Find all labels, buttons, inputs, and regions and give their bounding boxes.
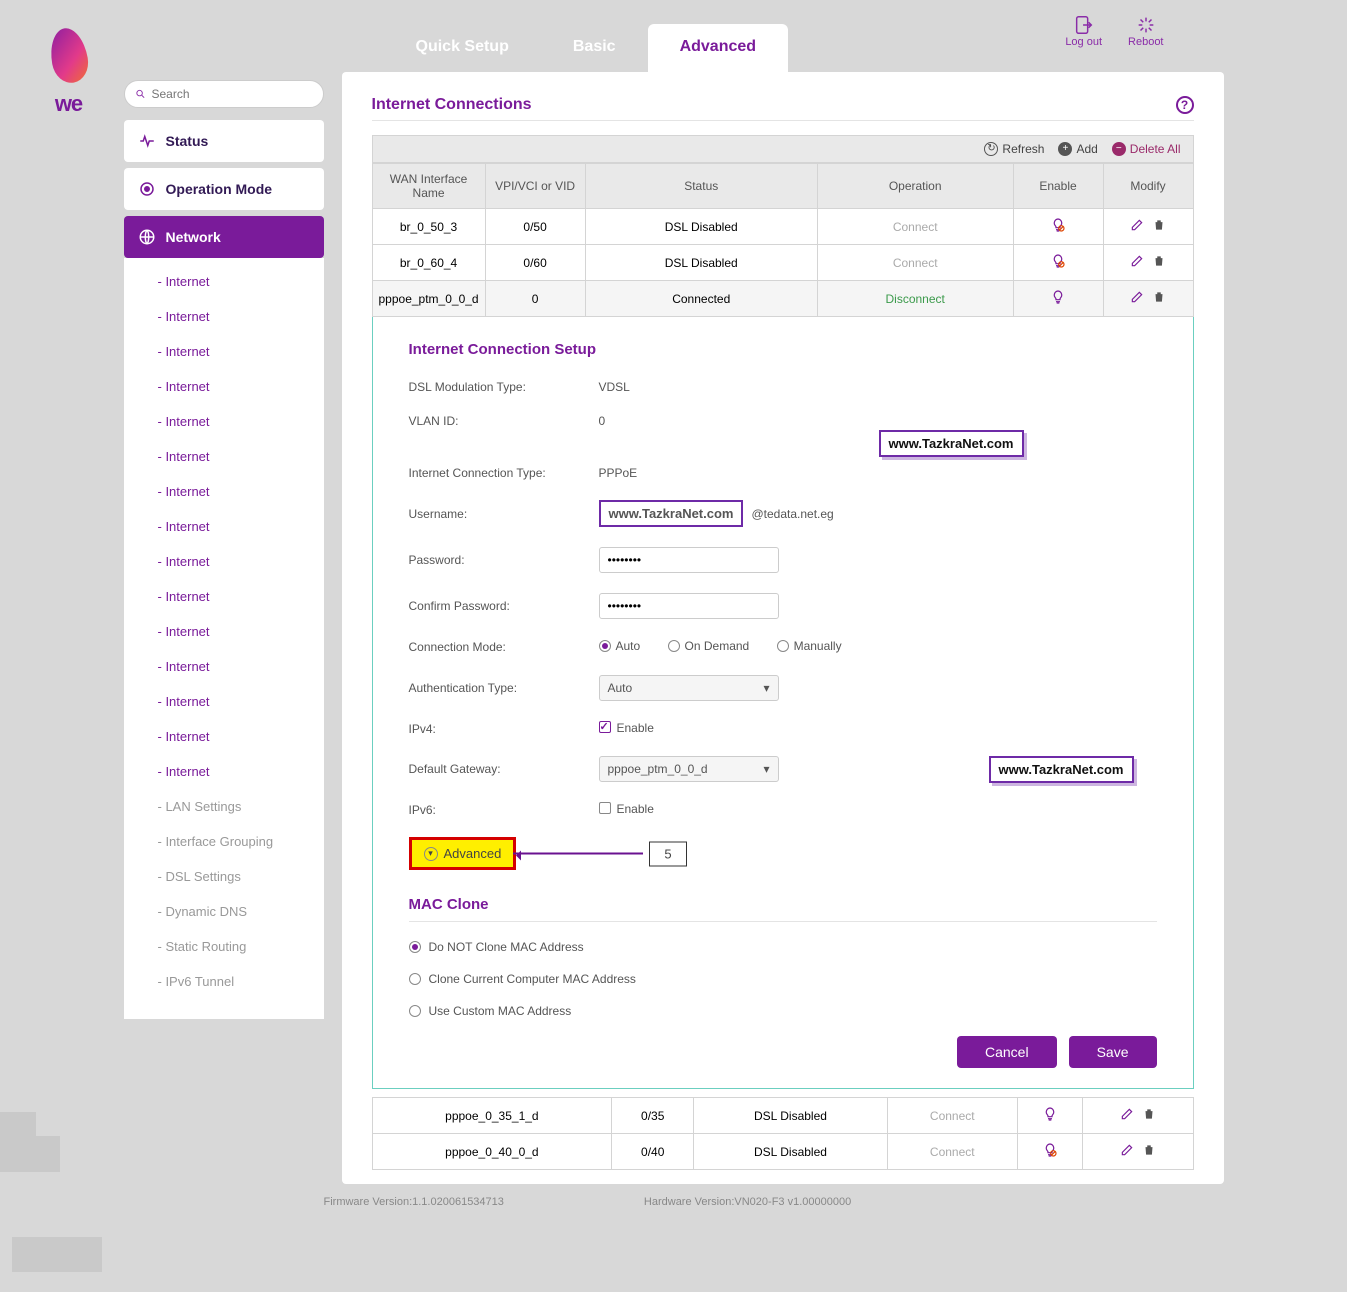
sidebar-sub-internet[interactable]: - Internet (158, 544, 324, 579)
save-button[interactable]: Save (1069, 1036, 1157, 1068)
annotation-arrow: 5 (513, 841, 686, 866)
sidebar-sub-staticroute[interactable]: - Static Routing (158, 929, 324, 964)
target-icon (138, 180, 156, 198)
mac-clone-title: MAC Clone (409, 896, 1157, 922)
username-suffix: @tedata.net.eg (751, 507, 833, 521)
trash-icon[interactable] (1152, 218, 1166, 235)
ipv6-enable-checkbox[interactable]: Enable (599, 802, 654, 816)
wan-table-continued: pppoe_0_35_1_d0/35DSL Disabled Connect p… (372, 1097, 1194, 1170)
cancel-button[interactable]: Cancel (957, 1036, 1057, 1068)
gateway-select[interactable]: pppoe_ptm_0_0_d▾ (599, 756, 779, 782)
table-row[interactable]: br_0_50_30/50DSL Disabled Connect (372, 209, 1193, 245)
edit-icon[interactable] (1120, 1107, 1134, 1124)
setup-title: Internet Connection Setup (409, 341, 1157, 358)
connection-setup-panel: Internet Connection Setup DSL Modulation… (372, 317, 1194, 1089)
table-row[interactable]: pppoe_0_40_0_d0/40DSL Disabled Connect (372, 1134, 1193, 1170)
hardware-version: Hardware Version:VN020-F3 v1.00000000 (644, 1196, 851, 1208)
mac-opt-noclone[interactable]: Do NOT Clone MAC Address (409, 940, 1157, 954)
auth-type-select[interactable]: Auto▾ (599, 675, 779, 701)
edit-icon[interactable] (1130, 218, 1144, 235)
sidebar-sub-dsl[interactable]: - DSL Settings (158, 859, 324, 894)
radio-auto[interactable]: Auto (599, 639, 641, 653)
sidebar-item-status[interactable]: Status (124, 120, 324, 162)
sidebar-sub-internet[interactable]: - Internet (158, 299, 324, 334)
search-input-wrap[interactable] (124, 80, 324, 108)
radio-manually[interactable]: Manually (777, 639, 842, 653)
sidebar-sub-internet[interactable]: - Internet (158, 264, 324, 299)
trash-icon[interactable] (1152, 290, 1166, 307)
trash-icon[interactable] (1152, 254, 1166, 271)
minus-icon: − (1112, 142, 1126, 156)
page-title: Internet Connections (372, 96, 532, 114)
sidebar-sub-ipv6tunnel[interactable]: - IPv6 Tunnel (158, 964, 324, 999)
sidebar-sub-internet[interactable]: - Internet (158, 509, 324, 544)
table-row[interactable]: br_0_60_40/60DSL Disabled Connect (372, 245, 1193, 281)
trash-icon[interactable] (1142, 1107, 1156, 1124)
mac-opt-custom[interactable]: Use Custom MAC Address (409, 1004, 1157, 1018)
search-icon (135, 86, 146, 102)
sidebar-item-opmode[interactable]: Operation Mode (124, 168, 324, 210)
sidebar-sub-internet[interactable]: - Internet (158, 684, 324, 719)
brand-logo: we (39, 28, 99, 123)
help-icon[interactable]: ? (1176, 96, 1194, 114)
sidebar-sub-ifgroup[interactable]: - Interface Grouping (158, 824, 324, 859)
username-watermark: www.TazkraNet.com (599, 500, 744, 527)
tab-quick-setup[interactable]: Quick Setup (384, 24, 541, 72)
sidebar-sub-internet[interactable]: - Internet (158, 649, 324, 684)
globe-icon (138, 228, 156, 246)
trash-icon[interactable] (1142, 1143, 1156, 1160)
edit-icon[interactable] (1130, 290, 1144, 307)
bulb-icon[interactable] (1050, 217, 1066, 233)
tab-advanced[interactable]: Advanced (648, 24, 788, 72)
ipv4-enable-checkbox[interactable]: Enable (599, 721, 654, 735)
confirm-password-field[interactable] (599, 593, 779, 619)
sidebar-sub-lan[interactable]: - LAN Settings (158, 789, 324, 824)
radio-ondemand[interactable]: On Demand (668, 639, 750, 653)
chevron-down-icon: ▾ (763, 681, 769, 695)
pulse-icon (138, 132, 156, 150)
advanced-toggle[interactable]: ▾ Advanced 5 (409, 837, 517, 870)
reboot-icon (1135, 14, 1157, 36)
table-row[interactable]: pppoe_ptm_0_0_d0Connected Disconnect (372, 281, 1193, 317)
sidebar-sub-internet[interactable]: - Internet (158, 404, 324, 439)
bulb-icon[interactable] (1050, 289, 1066, 305)
table-row[interactable]: pppoe_0_35_1_d0/35DSL Disabled Connect (372, 1098, 1193, 1134)
password-field[interactable] (599, 547, 779, 573)
logout-icon (1073, 14, 1095, 36)
bulb-icon[interactable] (1042, 1142, 1058, 1158)
mac-opt-clone[interactable]: Clone Current Computer MAC Address (409, 972, 1157, 986)
refresh-icon: ↻ (984, 142, 998, 156)
bulb-icon[interactable] (1042, 1106, 1058, 1122)
sidebar-sub-internet[interactable]: - Internet (158, 719, 324, 754)
search-input[interactable] (146, 85, 313, 103)
sidebar-item-network[interactable]: Network (124, 216, 324, 258)
firmware-version: Firmware Version:1.1.020061534713 (324, 1196, 504, 1208)
sidebar-sub-internet[interactable]: - Internet (158, 439, 324, 474)
wan-table: WAN Interface Name VPI/VCI or VID Status… (372, 163, 1194, 317)
tab-basic[interactable]: Basic (541, 24, 648, 72)
reboot-button[interactable]: Reboot (1128, 14, 1163, 48)
sidebar-sub-ddns[interactable]: - Dynamic DNS (158, 894, 324, 929)
edit-icon[interactable] (1120, 1143, 1134, 1160)
plus-icon: + (1058, 142, 1072, 156)
sidebar-sub-internet[interactable]: - Internet (158, 579, 324, 614)
sidebar-sub-internet[interactable]: - Internet (158, 614, 324, 649)
sidebar-sub-internet[interactable]: - Internet (158, 369, 324, 404)
refresh-button[interactable]: ↻Refresh (984, 142, 1044, 156)
chevron-down-icon: ▾ (763, 762, 769, 776)
add-button[interactable]: +Add (1058, 142, 1097, 156)
sidebar-sub-internet[interactable]: - Internet (158, 474, 324, 509)
sidebar-sub-internet[interactable]: - Internet (158, 334, 324, 369)
chevron-down-icon: ▾ (424, 847, 438, 861)
logout-button[interactable]: Log out (1065, 14, 1102, 48)
delete-all-button[interactable]: −Delete All (1112, 142, 1181, 156)
sidebar-sub-internet[interactable]: - Internet (158, 754, 324, 789)
bulb-icon[interactable] (1050, 253, 1066, 269)
edit-icon[interactable] (1130, 254, 1144, 271)
